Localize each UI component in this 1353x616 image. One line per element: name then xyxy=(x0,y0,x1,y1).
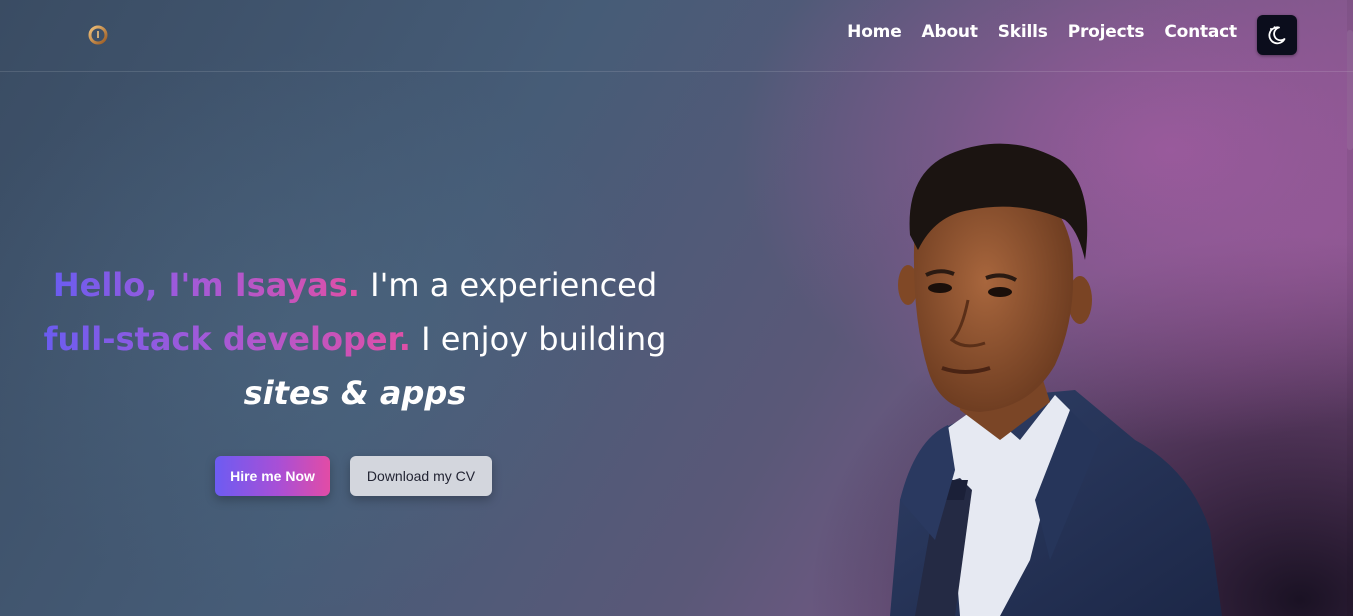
theme-toggle-button[interactable] xyxy=(1257,15,1297,55)
nav-link-about[interactable]: About xyxy=(922,22,978,42)
role-text: full-stack developer. xyxy=(43,320,411,358)
main-nav: Home About Skills Projects Contact xyxy=(847,22,1237,42)
hero-actions: Hire me Now Download my CV xyxy=(215,456,492,496)
logo-icon[interactable] xyxy=(86,18,118,50)
hire-me-button[interactable]: Hire me Now xyxy=(215,456,330,496)
hero-page: Home About Skills Projects Contact Hello… xyxy=(0,0,1353,616)
portrait-image xyxy=(890,143,1222,616)
greeting-text: Hello, I'm Isayas. xyxy=(52,266,360,304)
scrollbar[interactable] xyxy=(1347,0,1353,616)
headline-text-2: I enjoy building xyxy=(410,320,667,358)
headline-text-1: I'm a experienced xyxy=(359,266,658,304)
moon-stars-icon xyxy=(1268,26,1286,45)
nav-link-projects[interactable]: Projects xyxy=(1068,22,1145,42)
nav-link-contact[interactable]: Contact xyxy=(1164,22,1237,42)
headline-line-2: full-stack developer. I enjoy building xyxy=(30,312,680,366)
site-header: Home About Skills Projects Contact xyxy=(0,0,1353,72)
nav-link-skills[interactable]: Skills xyxy=(998,22,1048,42)
scrollbar-thumb[interactable] xyxy=(1347,30,1353,150)
tagline-text: sites & apps xyxy=(243,374,467,412)
hero-headline: Hello, I'm Isayas. I'm a experienced ful… xyxy=(30,258,680,420)
headline-line-3: sites & apps xyxy=(30,366,680,420)
headline-line-1: Hello, I'm Isayas. I'm a experienced xyxy=(30,258,680,312)
nav-link-home[interactable]: Home xyxy=(847,22,902,42)
download-cv-button[interactable]: Download my CV xyxy=(350,456,492,496)
